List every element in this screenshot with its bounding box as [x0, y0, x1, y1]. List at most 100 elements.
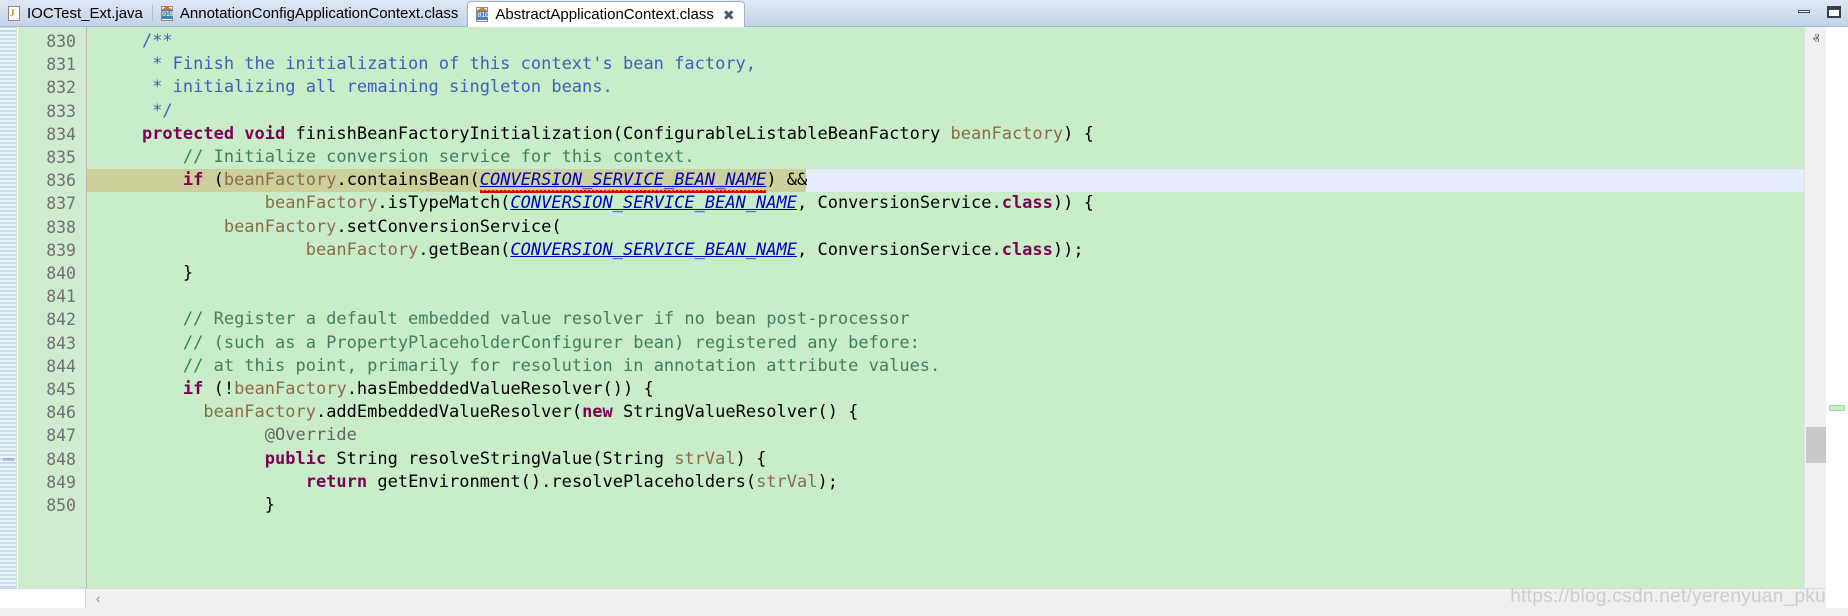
line-number: 848 [18, 448, 76, 471]
code-editor[interactable]: 830 831 832 833 834 835 836 837 838 839 840 841 842 8… [0, 27, 1848, 588]
code-line[interactable]: } [87, 262, 1848, 285]
code-token [101, 147, 183, 167]
code-line[interactable]: @Override [87, 424, 1848, 447]
code-token: CONVERSION_SERVICE_BEAN_NAME [510, 240, 797, 260]
code-token: String resolveStringValue(String [326, 449, 674, 469]
scroll-left-icon[interactable]: ‹ [88, 589, 108, 609]
code-line[interactable]: beanFactory.addEmbeddedValueResolver(new… [87, 401, 1848, 424]
editor-tab-1[interactable]: 010 AnnotationConfigApplicationContext.cl… [153, 0, 468, 27]
code-line[interactable]: // Initialize conversion service for thi… [87, 146, 1848, 169]
quick-fix-icon[interactable] [2, 452, 16, 466]
code-token: ) { [1063, 124, 1094, 144]
line-number: 843 [18, 332, 76, 355]
minimize-icon[interactable] [1796, 4, 1813, 19]
code-line[interactable]: */ [87, 100, 1848, 123]
code-token: // (such as a PropertyPlaceholderConfigu… [183, 333, 920, 353]
class-file-icon: 010 [475, 7, 490, 23]
code-token: new [582, 402, 613, 422]
editor-tab-label: IOCTest_Ext.java [27, 6, 143, 21]
code-token: strVal [674, 449, 735, 469]
editor-tab-2[interactable]: 010 AbstractApplicationContext.class ✖ [467, 1, 744, 27]
code-line[interactable] [87, 285, 1848, 308]
line-number: 831 [18, 53, 76, 76]
code-token: , ConversionService. [797, 240, 1002, 260]
code-line-text: */ [87, 100, 173, 123]
line-number: 840 [18, 262, 76, 285]
code-line-text: } [87, 262, 193, 285]
code-text-area[interactable]: /** * Finish the initialization of this … [87, 27, 1848, 588]
code-token [101, 425, 265, 445]
code-line-text: public String resolveStringValue(String … [87, 448, 766, 471]
code-line[interactable]: if (!beanFactory.hasEmbeddedValueResolve… [87, 378, 1848, 401]
code-line-text: @Override [87, 424, 357, 447]
code-token: beanFactory [265, 193, 378, 213]
code-token: ); [817, 472, 837, 492]
line-number: 838 [18, 216, 76, 239]
line-number: 841 [18, 285, 76, 308]
vertical-scrollbar-thumb[interactable] [1806, 427, 1826, 463]
scroll-up-icon[interactable]: ⱏ [1805, 29, 1827, 49]
line-number: 839 [18, 239, 76, 262]
line-number: 830 [18, 30, 76, 53]
line-number: 850 [18, 494, 76, 517]
code-token: beanFactory [224, 217, 337, 237]
code-token: .addEmbeddedValueResolver( [316, 402, 582, 422]
line-number: 832 [18, 76, 76, 99]
code-token: public [265, 449, 326, 469]
tab-close-icon[interactable]: ✖ [723, 8, 735, 22]
code-token: (! [203, 379, 234, 399]
code-token: if [183, 170, 203, 190]
code-token: StringValueResolver() { [613, 402, 859, 422]
code-line[interactable]: // (such as a PropertyPlaceholderConfigu… [87, 332, 1848, 355]
line-number: 844 [18, 355, 76, 378]
code-line[interactable]: * initializing all remaining singleton b… [87, 76, 1848, 99]
code-token: // at this point, primarily for resoluti… [183, 356, 940, 376]
code-token: .containsBean( [336, 170, 479, 190]
code-line-text: protected void finishBeanFactoryInitiali… [87, 123, 1094, 146]
horizontal-scrollbar[interactable]: ‹ [0, 588, 1826, 608]
code-token [101, 217, 224, 237]
scroll-down-icon[interactable]: ⱟ [1805, 566, 1827, 586]
scrollbar-corner [0, 589, 86, 609]
code-line[interactable]: beanFactory.getBean(CONVERSION_SERVICE_B… [87, 239, 1848, 262]
line-number: 847 [18, 424, 76, 447]
code-line[interactable]: /** [87, 30, 1848, 53]
code-line[interactable]: // Register a default embedded value res… [87, 308, 1848, 331]
code-token: // Register a default embedded value res… [183, 309, 910, 329]
maximize-icon[interactable] [1825, 4, 1842, 19]
code-line[interactable]: beanFactory.setConversionService( [87, 216, 1848, 239]
vertical-scrollbar[interactable]: ⱏ ⱟ [1804, 27, 1826, 588]
code-line[interactable]: } [87, 494, 1848, 517]
code-token [101, 309, 183, 329]
line-number: 842 [18, 308, 76, 331]
code-line[interactable]: * Finish the initialization of this cont… [87, 53, 1848, 76]
code-token: class [1002, 193, 1053, 213]
code-token: @Override [265, 425, 357, 445]
code-line[interactable]: if (beanFactory.containsBean(CONVERSION_… [87, 169, 1848, 192]
editor-tab-0[interactable]: J IOCTest_Ext.java [0, 0, 152, 27]
code-line-text: beanFactory.addEmbeddedValueResolver(new… [87, 401, 858, 424]
line-number: 849 [18, 471, 76, 494]
code-token: class [1002, 240, 1053, 260]
code-token: // Initialize conversion service for thi… [183, 147, 695, 167]
line-number: 836 [18, 169, 76, 192]
overview-ruler[interactable] [1826, 27, 1848, 588]
overview-marker[interactable] [1829, 405, 1845, 411]
code-token: , ConversionService. [797, 193, 1002, 213]
code-line-text: * initializing all remaining singleton b… [87, 76, 613, 99]
code-line[interactable]: // at this point, primarily for resoluti… [87, 355, 1848, 378]
line-number: 846 [18, 401, 76, 424]
code-token: .getBean( [418, 240, 510, 260]
annotation-ruler[interactable] [0, 27, 17, 588]
code-token: } [101, 495, 275, 515]
code-token: .hasEmbeddedValueResolver()) { [347, 379, 654, 399]
code-token [101, 124, 142, 144]
code-token: return [306, 472, 367, 492]
code-line[interactable]: beanFactory.isTypeMatch(CONVERSION_SERVI… [87, 192, 1848, 215]
code-line-text: // at this point, primarily for resoluti… [87, 355, 940, 378]
line-number: 834 [18, 123, 76, 146]
code-line[interactable]: public String resolveStringValue(String … [87, 448, 1848, 471]
code-line[interactable]: return getEnvironment().resolvePlacehold… [87, 471, 1848, 494]
code-line[interactable]: protected void finishBeanFactoryInitiali… [87, 123, 1848, 146]
code-token [101, 356, 183, 376]
